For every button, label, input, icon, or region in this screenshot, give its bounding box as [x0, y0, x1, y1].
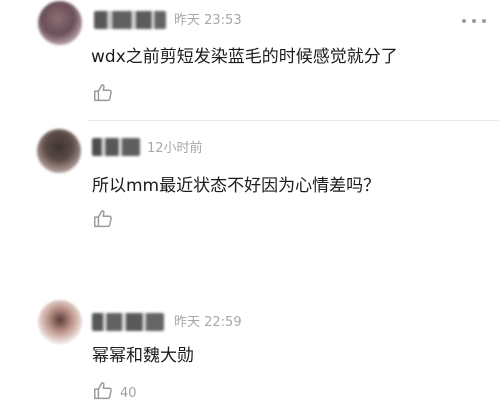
thumbs-up-icon	[92, 380, 114, 406]
like-button[interactable]	[92, 210, 120, 232]
comment-item: 12小时前 所以mm最近状态不好因为心情差吗？	[0, 121, 499, 271]
comment-timestamp: 昨天 22:59	[174, 315, 242, 330]
more-dots-icon[interactable]	[462, 14, 486, 28]
comment-timestamp: 12小时前	[147, 141, 203, 156]
avatar[interactable]	[38, 300, 82, 344]
username-blurred[interactable]	[92, 138, 140, 156]
thumbs-up-icon	[92, 82, 114, 108]
like-button[interactable]: 40	[92, 382, 137, 404]
comment-item: 昨天 23:53 wdx之前剪短发染蓝毛的时候感觉就分了	[0, 0, 499, 120]
avatar[interactable]	[38, 1, 82, 45]
comment-timestamp: 昨天 23:53	[174, 13, 242, 28]
comment-item: 昨天 22:59 幂幂和魏大勋 40	[0, 290, 499, 419]
like-button[interactable]	[92, 84, 120, 106]
username-blurred[interactable]	[94, 11, 166, 29]
avatar[interactable]	[37, 129, 81, 173]
comment-text: wdx之前剪短发染蓝毛的时候感觉就分了	[91, 47, 398, 67]
comment-text: 幂幂和魏大勋	[92, 346, 194, 366]
like-count: 40	[120, 385, 137, 401]
comment-text: 所以mm最近状态不好因为心情差吗？	[92, 176, 381, 196]
thumbs-up-icon	[92, 208, 114, 234]
username-blurred[interactable]	[92, 313, 164, 331]
